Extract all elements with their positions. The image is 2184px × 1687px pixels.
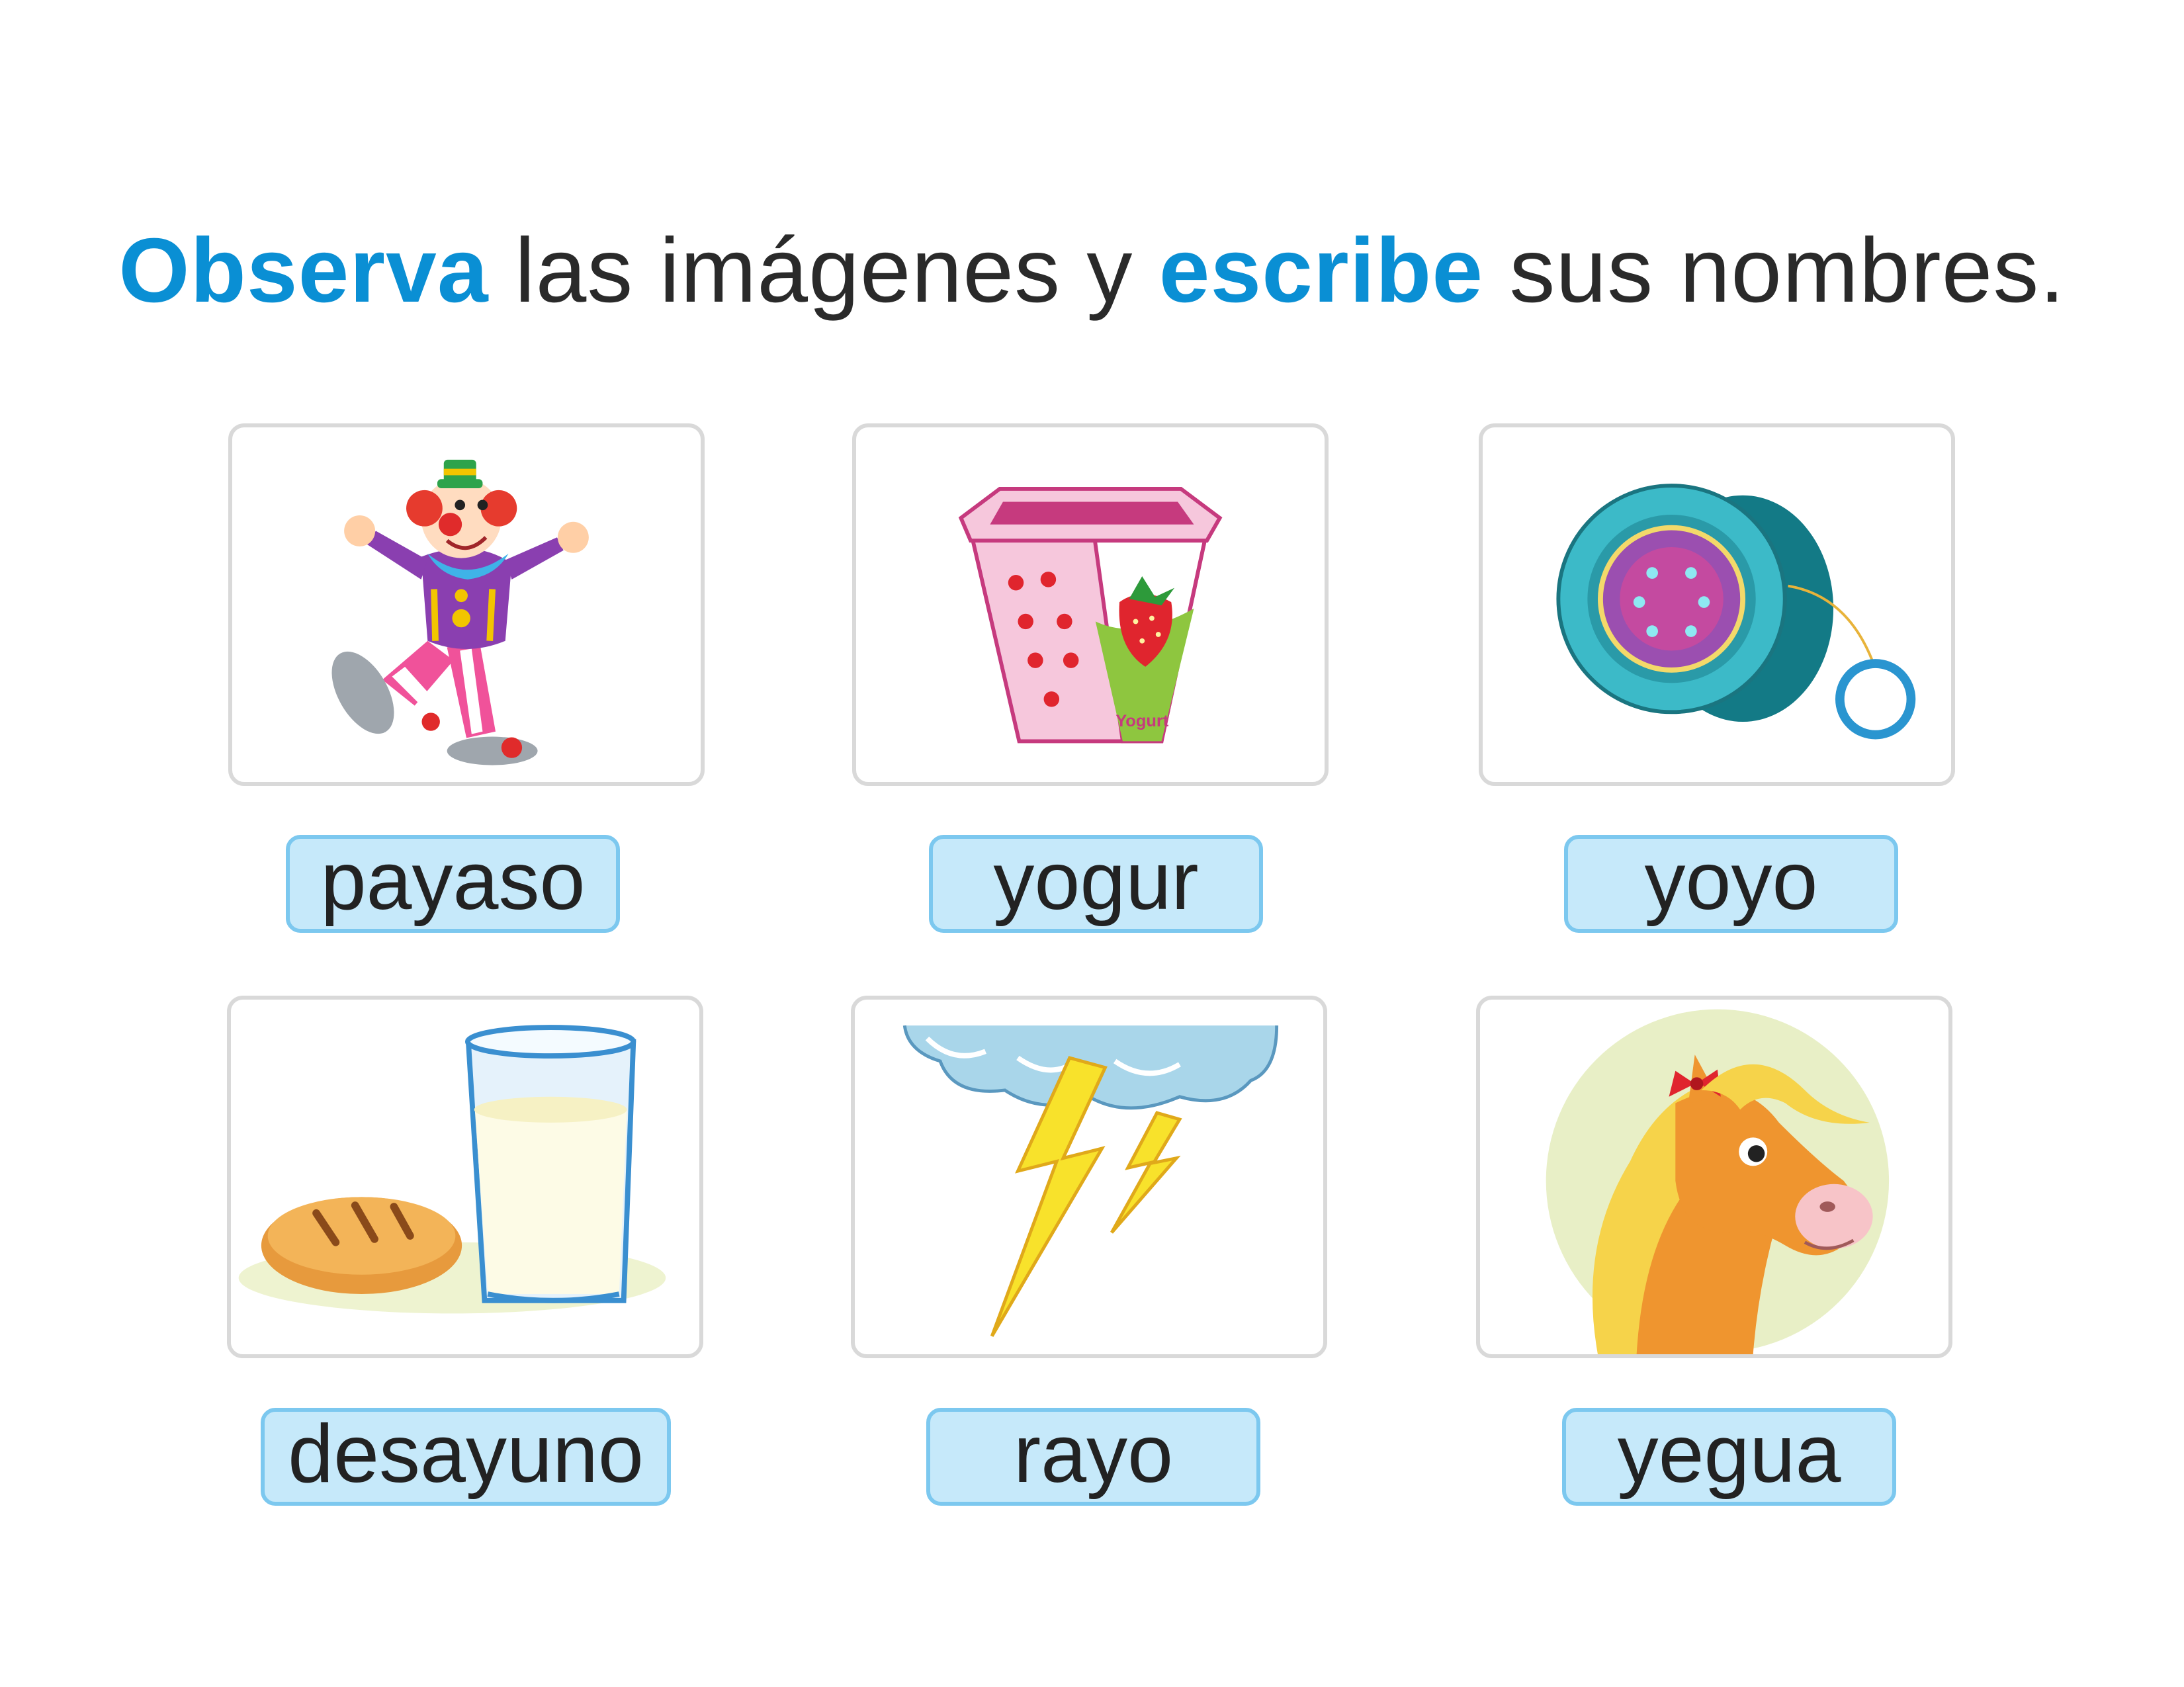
answer-label-yoyo: yoyo [1564, 835, 1898, 933]
answer-label-payaso: payaso [286, 835, 620, 933]
picture-card-yogur: Yogurt [852, 423, 1329, 786]
instruction-text-1: las imágenes y [488, 220, 1159, 322]
mare-icon [1546, 1009, 1890, 1354]
yogurt-icon: Yogurt [958, 486, 1223, 744]
clown-icon [331, 459, 589, 765]
yogurt-package-text: Yogurt [1115, 712, 1169, 730]
picture-card-payaso [228, 423, 705, 786]
picture-card-desayuno [227, 996, 703, 1358]
answer-label-rayo: rayo [926, 1408, 1260, 1506]
breakfast-icon [238, 1025, 666, 1314]
answer-label-desayuno: desayuno [261, 1408, 671, 1506]
picture-card-yoyo [1479, 423, 1955, 786]
answer-label-yogur: yogur [929, 835, 1263, 933]
instruction-title: Observa las imágenes y escribe sus nombr… [0, 218, 2184, 324]
instruction-keyword-escribe: escribe [1158, 220, 1484, 322]
yoyo-icon [1556, 484, 1916, 740]
instruction-text-2: sus nombres. [1483, 220, 2066, 322]
picture-card-yegua [1476, 996, 1952, 1358]
lightning-icon [902, 1025, 1279, 1337]
picture-card-rayo [851, 996, 1327, 1358]
answer-label-yegua: yegua [1562, 1408, 1896, 1506]
instruction-keyword-observa: Observa [118, 220, 489, 322]
